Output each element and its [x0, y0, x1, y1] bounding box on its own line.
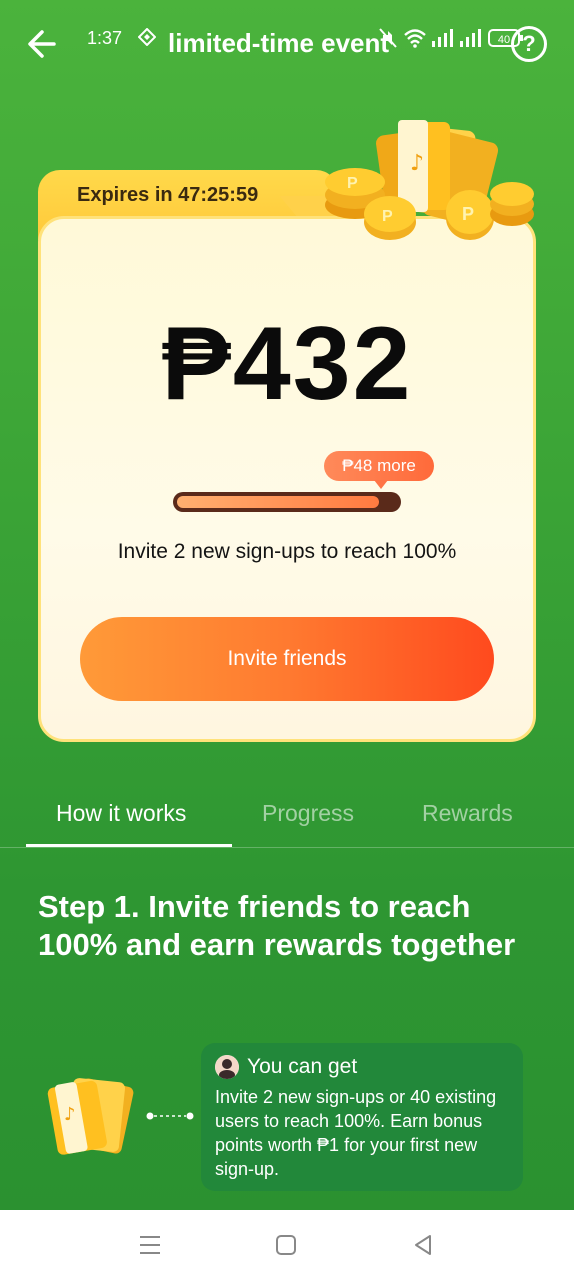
svg-text:P: P [347, 175, 358, 192]
active-tab-indicator [26, 844, 232, 847]
header: 1:37 limited-time event 40 ? [0, 0, 574, 90]
reward-cards-icon: ♪ [47, 1078, 134, 1155]
page-title: limited-time event [168, 28, 390, 58]
help-button[interactable]: ? [511, 26, 547, 62]
home-icon[interactable] [273, 1232, 299, 1258]
invite-friends-button[interactable]: Invite friends [80, 617, 494, 701]
info-heading-text: You can get [247, 1055, 358, 1078]
tab-rewards[interactable]: Rewards [422, 800, 513, 827]
app-notification-icon [138, 28, 156, 46]
status-time: 1:37 [87, 28, 123, 48]
signal-icon-2 [460, 29, 481, 47]
step-title: Step 1. Invite friends to reach 100% and… [38, 889, 516, 962]
svg-text:♪: ♪ [64, 1104, 76, 1125]
menu-icon[interactable] [137, 1232, 163, 1258]
reward-amount: ₱432 [161, 306, 413, 422]
coins-and-cards-icon: ♪ P P P [325, 120, 534, 240]
back-arrow-icon[interactable] [24, 26, 64, 62]
progress-bar [173, 492, 401, 512]
svg-text:P: P [382, 208, 393, 225]
svg-text:♪: ♪ [410, 151, 424, 176]
tab-progress[interactable]: Progress [262, 800, 354, 827]
expires-timer: Expires in 47:25:59 [77, 184, 259, 206]
status-icons: 40 [378, 26, 524, 50]
signal-icon [432, 29, 453, 47]
invite-instruction: Invite 2 new sign-ups to reach 100% [117, 540, 457, 563]
reward-info-box: You can get Invite 2 new sign-ups or 40 … [201, 1043, 523, 1191]
back-nav-icon[interactable] [410, 1232, 436, 1258]
system-nav-bar [0, 1210, 574, 1280]
svg-text:40: 40 [498, 34, 510, 46]
progress-fill [177, 496, 379, 508]
svg-text:P: P [462, 204, 474, 224]
mute-icon [379, 28, 397, 48]
connector-line [146, 1112, 194, 1120]
avatar [215, 1055, 239, 1079]
info-body-text: Invite 2 new sign-ups or 40 existing use… [215, 1087, 497, 1179]
tab-how-it-works[interactable]: How it works [56, 800, 186, 827]
tab-bar: How it works Progress Rewards [0, 790, 574, 848]
wifi-icon [404, 29, 426, 48]
more-needed-badge: ₱48 more [324, 451, 434, 489]
info-heading: You can get [215, 1055, 357, 1079]
